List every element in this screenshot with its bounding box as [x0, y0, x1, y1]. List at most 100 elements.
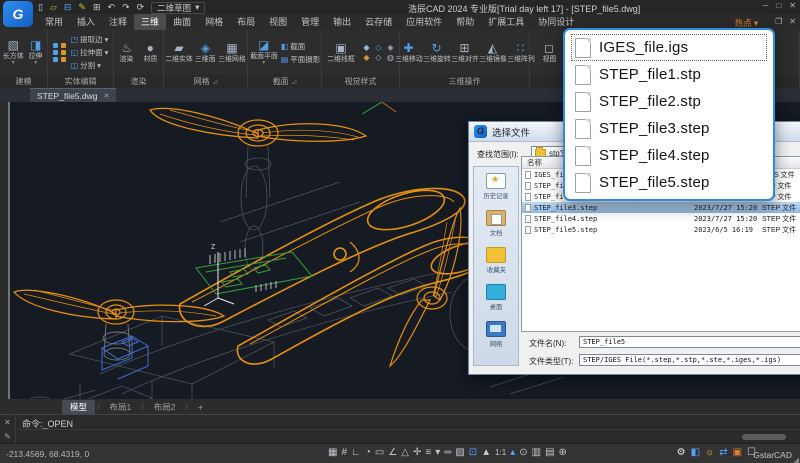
visual-style-icon[interactable]: ◆ — [361, 53, 372, 62]
angle-snap-icon[interactable]: ∠ — [388, 448, 397, 458]
new-file-icon[interactable]: ▯ — [38, 3, 43, 12]
callout-item[interactable]: STEP_file5.step — [571, 169, 767, 196]
3d-object-snap-icon[interactable]: △ — [401, 448, 409, 458]
maximize-button[interactable]: □ — [776, 1, 781, 10]
snap-icon[interactable]: ▦ — [328, 448, 337, 458]
file-row-selected[interactable]: STEP_file3.step 2023/7/27 15:20 STEP 文件 — [522, 202, 800, 213]
3d-face-button[interactable]: ◈ 三维面 — [194, 42, 217, 63]
workspace-switcher[interactable]: 二维草图 ▾ — [151, 2, 205, 14]
flatshot-button[interactable]: ▤ 平面摄影 — [281, 54, 321, 65]
dialog-launcher-icon[interactable]: ◿ — [292, 78, 297, 85]
annotation-visibility-icon[interactable]: ▲ — [481, 448, 491, 458]
mdi-restore-button[interactable]: ❐ — [775, 17, 782, 26]
3d-align-button[interactable]: ⊞ 三维对齐 — [452, 42, 478, 63]
dynamic-input-icon[interactable]: ▾ — [435, 448, 440, 458]
resize-grip-icon[interactable]: ◢ — [794, 456, 799, 463]
section-button[interactable]: ◧ 截面 — [281, 41, 321, 52]
document-tab[interactable]: STEP_file5.dwg ✕ — [30, 88, 116, 102]
box-button[interactable]: ▧ 长方体 ▾ — [2, 39, 25, 67]
tab-home[interactable]: 常用 — [38, 14, 70, 30]
command-resize-grip[interactable] — [742, 434, 786, 440]
visual-style-icon[interactable]: ◆ — [361, 43, 372, 52]
3d-mirror-button[interactable]: ◭ 三维镜像 — [480, 42, 506, 63]
separate-button[interactable]: ◫ 分割 ▾ — [71, 60, 109, 71]
tab-help[interactable]: 帮助 — [449, 14, 481, 30]
file-name-input[interactable] — [579, 336, 800, 348]
tab-model[interactable]: 模型 — [62, 400, 95, 414]
3d-move-button[interactable]: ✚ 三维移动 — [396, 42, 422, 63]
callout-item[interactable]: STEP_file2.stp — [571, 88, 767, 115]
app-logo[interactable]: G — [3, 1, 33, 27]
redo-icon[interactable]: ↷ — [122, 3, 130, 12]
tab-surface[interactable]: 曲面 — [166, 14, 198, 30]
callout-item[interactable]: STEP_file1.stp — [571, 61, 767, 88]
extract-edges-button[interactable]: ◳ 提取边 ▾ — [71, 34, 109, 45]
place-documents[interactable]: 文档 — [486, 210, 506, 238]
tab-mesh[interactable]: 网格 — [198, 14, 230, 30]
views-button[interactable]: ◻ 视图 — [536, 42, 562, 63]
open-file-icon[interactable]: ▱ — [50, 3, 57, 12]
file-row[interactable]: STEP_file4.step 2023/7/27 15:20 STEP 文件 — [522, 213, 800, 224]
tab-cloud[interactable]: 云存储 — [358, 14, 399, 30]
add-layout-button[interactable]: + — [190, 401, 211, 413]
visual-style-icon[interactable]: ◇ — [373, 43, 384, 52]
tab-annotate[interactable]: 注释 — [102, 14, 134, 30]
2d-solid-button[interactable]: ▰ 二维实体 — [166, 42, 192, 63]
grid-display-icon[interactable]: ▤ — [545, 448, 554, 458]
tab-3d[interactable]: 三维 — [134, 14, 166, 30]
selection-cycling-icon[interactable]: ⊡ — [469, 448, 477, 458]
save-as-icon[interactable]: ✎ — [78, 3, 86, 12]
undo-icon[interactable]: ↶ — [108, 3, 116, 12]
visual-style-icon[interactable]: ◇ — [373, 53, 384, 62]
close-icon[interactable]: ✕ — [103, 92, 109, 100]
3d-mesh-button[interactable]: ▦ 三维网格 — [219, 42, 245, 63]
place-favorites[interactable]: 收藏夹 — [486, 247, 507, 275]
osnap-tracking-icon[interactable]: ✛ — [413, 448, 421, 458]
tab-layout2[interactable]: 布局2 — [146, 400, 184, 414]
minimize-button[interactable]: ─ — [763, 1, 769, 10]
sync-icon[interactable]: ⟳ — [137, 3, 145, 12]
callout-item[interactable]: STEP_file4.step — [571, 142, 767, 169]
annotation-monitor-icon[interactable]: ⊙ — [519, 448, 527, 458]
solid-edit-mini-tools[interactable] — [53, 43, 67, 62]
place-network[interactable]: 网络 — [486, 321, 506, 349]
callout-item[interactable]: IGES_file.igs — [571, 34, 767, 61]
visual-style-icon[interactable]: ◈ — [385, 43, 396, 52]
grid-icon[interactable]: # — [341, 448, 347, 458]
transparency-icon[interactable]: ▨ — [455, 448, 464, 458]
mdi-close-button[interactable]: ✕ — [789, 17, 796, 26]
command-line-panel[interactable]: ✕ ✎ 命令:_OPEN — [0, 414, 800, 443]
tab-insert[interactable]: 插入 — [70, 14, 102, 30]
callout-item[interactable]: STEP_file3.step — [571, 115, 767, 142]
display-icon[interactable]: ▣ — [733, 448, 742, 458]
section-plane-button[interactable]: ◪ 截面平面 ▾ — [249, 39, 279, 67]
polar-tracking-icon[interactable]: ◔ — [365, 448, 371, 458]
model-space-icon[interactable]: ◧ — [691, 448, 700, 458]
autoscale-icon[interactable]: ▴ — [510, 448, 515, 458]
file-type-combobox[interactable]: STEP/IGES File(*.step,*.stp,*.ste,*.iges… — [579, 354, 800, 366]
hint-bulb-icon[interactable]: ☼ — [705, 448, 714, 458]
tab-manage[interactable]: 管理 — [294, 14, 326, 30]
materials-button[interactable]: ● 材质 — [140, 42, 162, 63]
tab-apps[interactable]: 应用软件 — [399, 14, 449, 30]
tab-output[interactable]: 输出 — [326, 14, 358, 30]
clean-screen-icon[interactable]: ⊕ — [559, 448, 567, 458]
extrude-face-button[interactable]: ◱ 拉伸面 ▾ — [71, 47, 109, 58]
dialog-launcher-icon[interactable]: ◿ — [213, 78, 218, 85]
object-snap-icon[interactable]: ▭ — [375, 448, 384, 458]
tab-express-tools[interactable]: 扩展工具 — [481, 14, 531, 30]
render-button[interactable]: ♨ 渲染 — [116, 42, 138, 63]
place-desktop[interactable]: 桌面 — [486, 284, 506, 312]
quick-properties-icon[interactable]: ▥ — [532, 448, 541, 458]
extrude-button[interactable]: ◨ 拉伸 ▾ — [27, 39, 46, 67]
close-button[interactable]: ✕ — [789, 1, 796, 10]
tab-view[interactable]: 视图 — [262, 14, 294, 30]
annotation-scale-label[interactable]: 1:1 — [495, 449, 506, 457]
ortho-icon[interactable]: ∟ — [351, 448, 361, 458]
dynamic-ucs-icon[interactable]: ≡ — [425, 448, 431, 458]
file-row[interactable]: STEP_file5.step 2023/6/5 16:19 STEP 文件 — [522, 224, 800, 235]
place-history[interactable]: 历史记录 — [482, 173, 510, 201]
lineweight-icon[interactable]: ═ — [444, 448, 451, 458]
sync-arrows-icon[interactable]: ⇄ — [719, 448, 727, 458]
command-close-icon[interactable]: ✕ — [4, 418, 11, 427]
